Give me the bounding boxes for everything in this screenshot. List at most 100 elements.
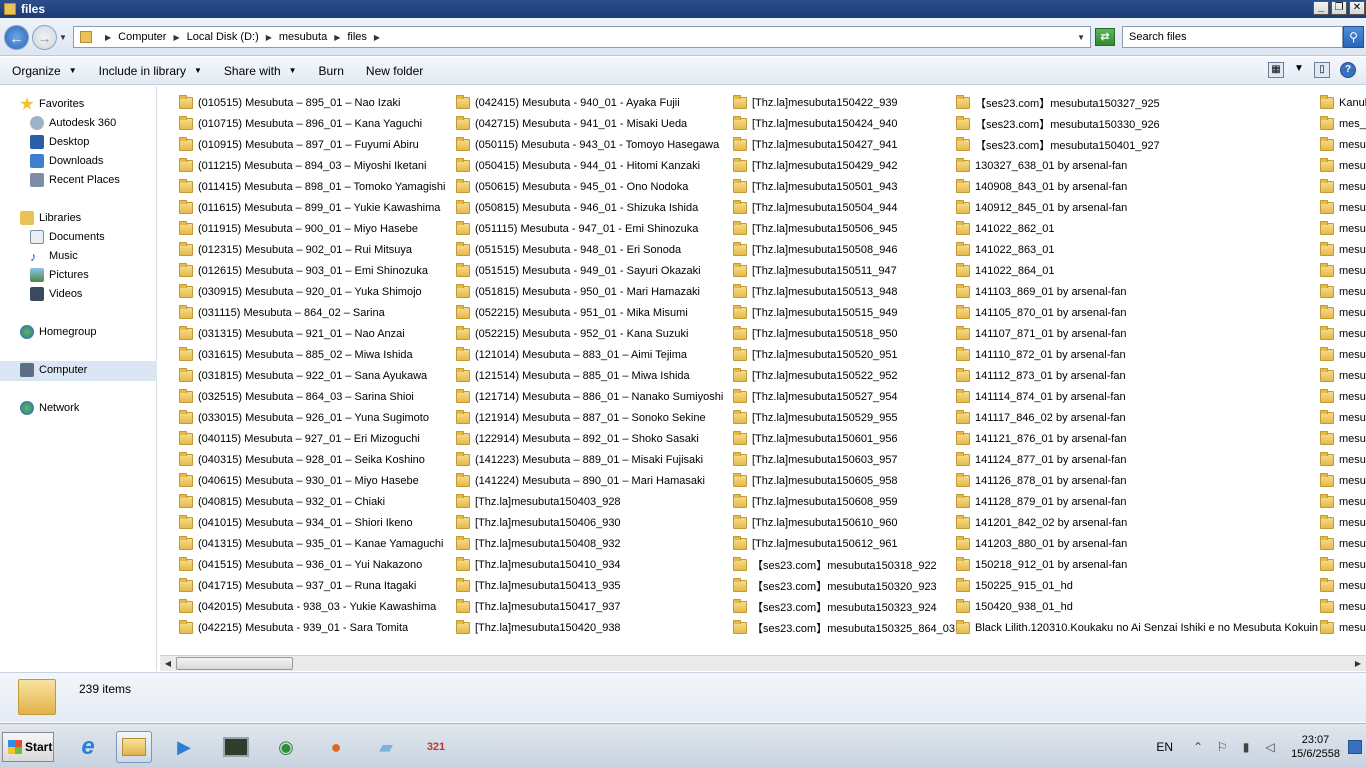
nav-computer[interactable]: Computer <box>20 363 87 377</box>
folder-item[interactable]: (041515) Mesubuta – 936_01 – Yui Nakazon… <box>179 554 445 575</box>
folder-item[interactable]: 141110_872_01 by arsenal-fan <box>956 344 1318 365</box>
folder-item[interactable]: [Thz.la]mesubuta150501_943 <box>733 176 955 197</box>
folder-item[interactable]: (042415) Mesubuta - 940_01 - Ayaka Fujii <box>456 92 723 113</box>
folder-item[interactable]: (042215) Mesubuta - 939_01 - Sara Tomita <box>179 617 445 638</box>
folder-item[interactable]: 【ses23.com】mesubuta150320_923 <box>733 575 955 596</box>
nav-recent-places[interactable]: Recent Places <box>30 173 120 187</box>
new-folder-button[interactable]: New folder <box>366 64 423 78</box>
folder-item[interactable]: [Thz.la]mesubuta150608_959 <box>733 491 955 512</box>
folder-item[interactable]: [Thz.la]mesubuta150520_951 <box>733 344 955 365</box>
folder-item[interactable]: 150225_915_01_hd <box>956 575 1318 596</box>
folder-item[interactable]: mesub <box>1320 596 1366 617</box>
preview-pane-icon[interactable]: ▯ <box>1314 62 1330 78</box>
folder-item[interactable]: (042715) Mesubuta - 941_01 - Misaki Ueda <box>456 113 723 134</box>
notepad-icon[interactable]: ▰ <box>368 731 404 763</box>
folder-item[interactable]: (010515) Mesubuta – 895_01 – Nao Izaki <box>179 92 445 113</box>
folder-item[interactable]: [Thz.la]mesubuta150410_934 <box>456 554 723 575</box>
folder-item[interactable]: [Thz.la]mesubuta150603_957 <box>733 449 955 470</box>
folder-item[interactable]: mesub <box>1320 407 1366 428</box>
folder-item[interactable]: (050115) Mesubuta - 943_01 - Tomoyo Hase… <box>456 134 723 155</box>
scrollbar-thumb[interactable] <box>176 657 293 670</box>
folder-item[interactable]: [Thz.la]mesubuta150612_961 <box>733 533 955 554</box>
folder-item[interactable]: (122914) Mesubuta – 892_01 – Shoko Sasak… <box>456 428 723 449</box>
chevron-right-icon[interactable]: ▶ <box>105 33 111 42</box>
folder-item[interactable]: (040615) Mesubuta – 930_01 – Miyo Hasebe <box>179 470 445 491</box>
view-options-icon[interactable]: ▦ <box>1268 62 1284 78</box>
folder-item[interactable]: 141022_863_01 <box>956 239 1318 260</box>
media-player-classic-icon[interactable]: 321 <box>418 731 454 763</box>
address-box[interactable]: ▶ Computer ▶ Local Disk (D:) ▶ mesubuta ▶ f… <box>73 26 1091 48</box>
folder-item[interactable]: 140912_845_01 by arsenal-fan <box>956 197 1318 218</box>
folder-item[interactable]: 【ses23.com】mesubuta150401_927 <box>956 134 1318 155</box>
internet-explorer-icon[interactable]: e <box>70 731 106 763</box>
folder-item[interactable]: [Thz.la]mesubuta150417_937 <box>456 596 723 617</box>
folder-item[interactable]: (031115) Mesubuta – 864_02 – Sarina <box>179 302 445 323</box>
refresh-button[interactable]: ⇄ <box>1095 28 1115 46</box>
breadcrumb-files[interactable]: files <box>347 31 367 43</box>
folder-item[interactable]: mesub <box>1320 155 1366 176</box>
show-desktop-button[interactable] <box>1348 740 1362 754</box>
folder-item[interactable]: (012615) Mesubuta – 903_01 – Emi Shinozu… <box>179 260 445 281</box>
folder-item[interactable]: mesub <box>1320 554 1366 575</box>
folder-item[interactable]: 141103_869_01 by arsenal-fan <box>956 281 1318 302</box>
folder-item[interactable]: [Thz.la]mesubuta150529_955 <box>733 407 955 428</box>
folder-item[interactable]: (032515) Mesubuta – 864_03 – Sarina Shio… <box>179 386 445 407</box>
folder-item[interactable]: 141126_878_01 by arsenal-fan <box>956 470 1318 491</box>
folder-item[interactable]: [Thz.la]mesubuta150513_948 <box>733 281 955 302</box>
folder-item[interactable]: mesub <box>1320 470 1366 491</box>
folder-item[interactable]: (050615) Mesubuta - 945_01 - Ono Nodoka <box>456 176 723 197</box>
folder-item[interactable]: mesub <box>1320 512 1366 533</box>
folder-item[interactable]: [Thz.la]mesubuta150522_952 <box>733 365 955 386</box>
folder-item[interactable]: 【ses23.com】mesubuta150330_926 <box>956 113 1318 134</box>
folder-item[interactable]: (051815) Mesubuta - 950_01 - Mari Hamaza… <box>456 281 723 302</box>
include-in-library-button[interactable]: Include in library ▼ <box>99 64 202 78</box>
folder-item[interactable]: mesub <box>1320 533 1366 554</box>
folder-item[interactable]: (052215) Mesubuta - 951_01 - Mika Misumi <box>456 302 723 323</box>
folder-item[interactable]: (011915) Mesubuta – 900_01 – Miyo Hasebe <box>179 218 445 239</box>
folder-item[interactable]: 141203_880_01 by arsenal-fan <box>956 533 1318 554</box>
back-button[interactable]: ← <box>4 25 29 50</box>
folder-item[interactable]: 141114_874_01 by arsenal-fan <box>956 386 1318 407</box>
folder-item[interactable]: (031815) Mesubuta – 922_01 – Sana Ayukaw… <box>179 365 445 386</box>
nav-videos[interactable]: Videos <box>30 287 82 301</box>
folder-item[interactable]: mesub <box>1320 344 1366 365</box>
nav-libraries[interactable]: Libraries <box>20 211 81 225</box>
folder-item[interactable]: (051515) Mesubuta - 948_01 - Eri Sonoda <box>456 239 723 260</box>
folder-item[interactable]: [Thz.la]mesubuta150518_950 <box>733 323 955 344</box>
folder-item[interactable]: (012315) Mesubuta – 902_01 – Rui Mitsuya <box>179 239 445 260</box>
folder-item[interactable]: [Thz.la]mesubuta150420_938 <box>456 617 723 638</box>
nav-documents[interactable]: Documents <box>30 230 105 244</box>
folder-item[interactable]: [Thz.la]mesubuta150508_946 <box>733 239 955 260</box>
folder-item[interactable]: mesub <box>1320 449 1366 470</box>
chevron-right-icon[interactable]: ▶ <box>173 33 179 42</box>
folder-item[interactable]: (030915) Mesubuta – 920_01 – Yuka Shimoj… <box>179 281 445 302</box>
windows-explorer-icon[interactable] <box>116 731 152 763</box>
folder-item[interactable]: [Thz.la]mesubuta150422_939 <box>733 92 955 113</box>
folder-item[interactable]: (040115) Mesubuta – 927_01 – Eri Mizoguc… <box>179 428 445 449</box>
burn-button[interactable]: Burn <box>319 64 344 78</box>
task-manager-icon[interactable] <box>218 731 254 763</box>
close-button[interactable]: ✕ <box>1349 1 1365 15</box>
minimize-button[interactable]: _ <box>1313 1 1329 15</box>
folder-item[interactable]: mesub <box>1320 491 1366 512</box>
folder-item[interactable]: 141107_871_01 by arsenal-fan <box>956 323 1318 344</box>
folder-item[interactable]: [Thz.la]mesubuta150413_935 <box>456 575 723 596</box>
firefox-icon[interactable]: ● <box>318 731 354 763</box>
nav-downloads[interactable]: Downloads <box>30 154 103 168</box>
share-with-button[interactable]: Share with ▼ <box>224 64 297 78</box>
folder-item[interactable]: 【ses23.com】mesubuta150327_925 <box>956 92 1318 113</box>
folder-item[interactable]: mesub <box>1320 617 1366 638</box>
start-button[interactable]: Start <box>2 732 54 762</box>
folder-item[interactable]: [Thz.la]mesubuta150403_928 <box>456 491 723 512</box>
folder-item[interactable]: (051515) Mesubuta - 949_01 - Sayuri Okaz… <box>456 260 723 281</box>
nav-desktop[interactable]: Desktop <box>30 135 89 149</box>
folder-item[interactable]: 141022_864_01 <box>956 260 1318 281</box>
recent-pages-dropdown[interactable]: ▼ <box>59 33 67 42</box>
folder-item[interactable]: (011615) Mesubuta – 899_01 – Yukie Kawas… <box>179 197 445 218</box>
folder-item[interactable]: [Thz.la]mesubuta150429_942 <box>733 155 955 176</box>
folder-item[interactable]: mesub <box>1320 428 1366 449</box>
folder-item[interactable]: 130327_638_01 by arsenal-fan <box>956 155 1318 176</box>
action-center-icon[interactable]: ⚐ <box>1215 740 1229 754</box>
nav-pictures[interactable]: Pictures <box>30 268 89 282</box>
folder-item[interactable]: mesub <box>1320 134 1366 155</box>
